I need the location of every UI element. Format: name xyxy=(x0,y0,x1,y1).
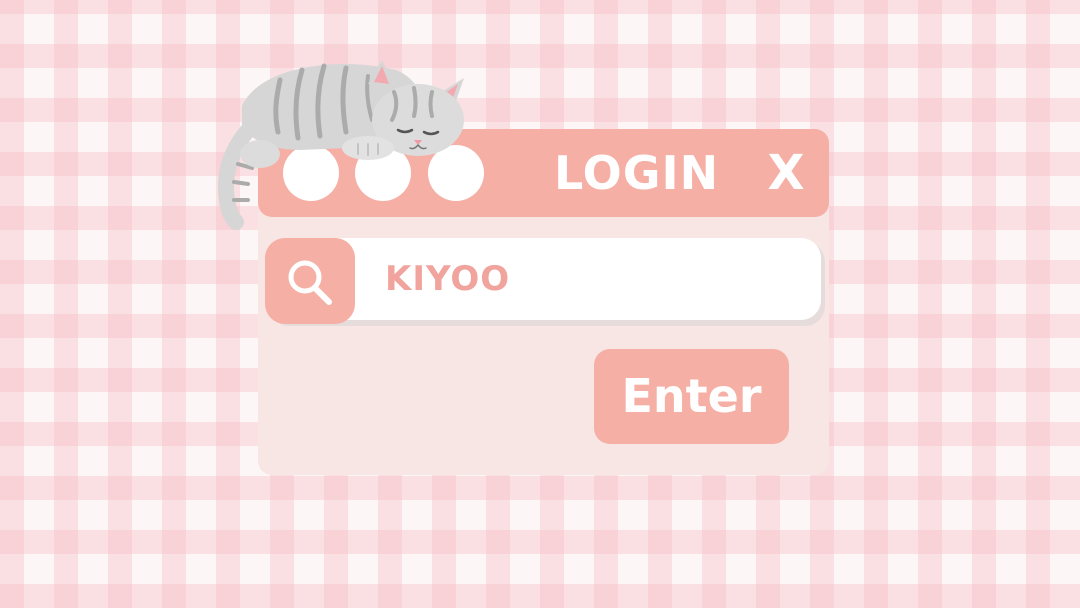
close-button[interactable]: X xyxy=(758,143,814,203)
search-button[interactable] xyxy=(265,238,355,324)
window-title: LOGIN xyxy=(554,146,720,200)
search-icon xyxy=(288,260,332,305)
sleeping-cat-illustration xyxy=(218,60,464,230)
search-bar xyxy=(265,238,821,324)
search-input[interactable] xyxy=(385,238,805,320)
enter-button[interactable]: Enter xyxy=(594,349,789,444)
search-field[interactable] xyxy=(305,238,821,320)
